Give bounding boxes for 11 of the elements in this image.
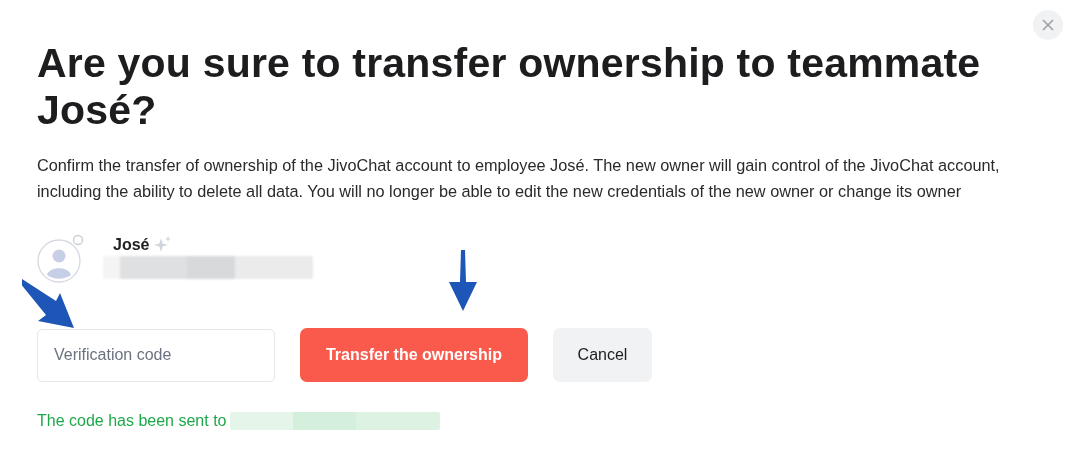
code-field[interactable]: Verification code — [37, 328, 275, 382]
dialog-title: Are you sure to transfer ownership to teammate José? — [37, 40, 982, 134]
avatar-icon — [37, 234, 85, 284]
notice-text: The code has been sent to — [37, 412, 227, 430]
arrow-icon — [22, 279, 76, 331]
user-name: José — [113, 236, 150, 254]
cancel-button[interactable]: Cancel — [553, 328, 652, 382]
arrow-icon — [448, 250, 478, 312]
close-icon — [1042, 19, 1054, 31]
description-text: Confirm the transfer of ownership of the JivoChat account to employee José. The new owner will gain control of the JivoChat account, including the ability to delete all data. You will no longer be able to edit the new credentials of the new owner or change its owner — [37, 155, 1001, 202]
close-button[interactable] — [1033, 10, 1063, 40]
